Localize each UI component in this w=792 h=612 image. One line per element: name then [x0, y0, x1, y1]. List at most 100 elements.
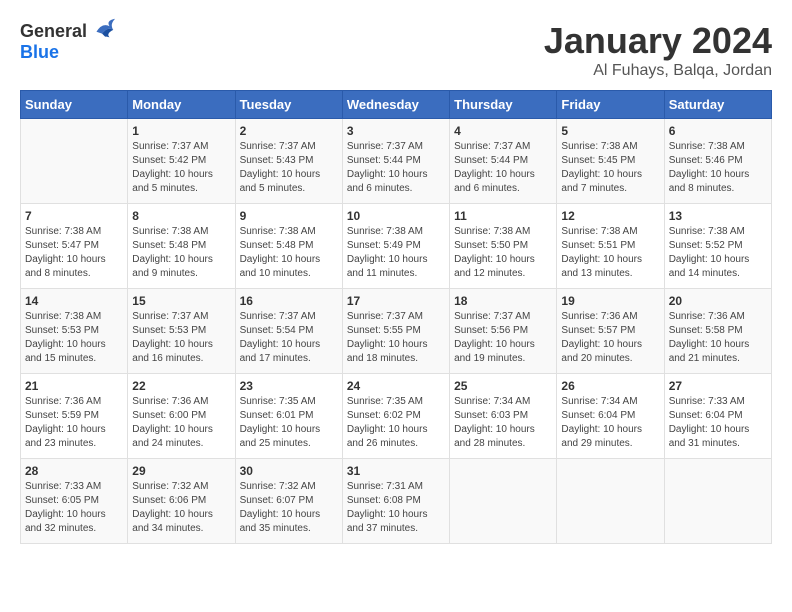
calendar-cell [21, 119, 128, 204]
day-number: 13 [669, 209, 767, 223]
header-friday: Friday [557, 91, 664, 119]
logo-blue-text: Blue [20, 43, 117, 63]
calendar-cell: 11 Sunrise: 7:38 AMSunset: 5:50 PMDayligh… [450, 204, 557, 289]
day-number: 21 [25, 379, 123, 393]
day-number: 29 [132, 464, 230, 478]
calendar-cell: 8Sunrise: 7:38 AMSunset: 5:48 PMDaylight… [128, 204, 235, 289]
calendar-cell [450, 459, 557, 544]
day-info: Sunrise: 7:38 AMSunset: 5:48 PMDaylight:… [240, 225, 338, 281]
header-wednesday: Wednesday [342, 91, 449, 119]
day-info: Sunrise: 7:38 AMSunset: 5:45 PMDaylight:… [561, 140, 659, 196]
calendar-cell: 19 Sunrise: 7:36 AMSunset: 5:57 PMDayligh… [557, 289, 664, 374]
day-number: 7 [25, 209, 123, 223]
calendar-cell: 1Sunrise: 7:37 AMSunset: 5:42 PMDaylight… [128, 119, 235, 204]
day-number: 30 [240, 464, 338, 478]
calendar-cell: 18Sunrise: 7:37 AMSunset: 5:56 PMDayligh… [450, 289, 557, 374]
day-number: 2 [240, 124, 338, 138]
day-number: 31 [347, 464, 445, 478]
day-number: 28 [25, 464, 123, 478]
calendar-cell: 31Sunrise: 7:31 AMSunset: 6:08 PMDayligh… [342, 459, 449, 544]
calendar-cell: 9Sunrise: 7:38 AMSunset: 5:48 PMDaylight… [235, 204, 342, 289]
calendar-cell: 4 Sunrise: 7:37 AMSunset: 5:44 PMDaylight… [450, 119, 557, 204]
day-info: Sunrise: 7:38 AMSunset: 5:52 PMDaylight:… [669, 225, 767, 281]
calendar-table: Sunday Monday Tuesday Wednesday Thursday… [20, 90, 772, 544]
calendar-cell: 20 Sunrise: 7:36 AMSunset: 5:58 PMDayligh… [664, 289, 771, 374]
calendar-week-row: 21 Sunrise: 7:36 AMSunset: 5:59 PMDayligh… [21, 374, 772, 459]
calendar-cell: 27Sunrise: 7:33 AMSunset: 6:04 PMDayligh… [664, 374, 771, 459]
day-number: 23 [240, 379, 338, 393]
day-info: Sunrise: 7:38 AMSunset: 5:49 PMDaylight:… [347, 225, 445, 281]
day-number: 20 [669, 294, 767, 308]
day-number: 15 [132, 294, 230, 308]
day-info: Sunrise: 7:37 AMSunset: 5:55 PMDaylight:… [347, 310, 445, 366]
calendar-cell: 5Sunrise: 7:38 AMSunset: 5:45 PMDaylight… [557, 119, 664, 204]
day-number: 12 [561, 209, 659, 223]
header-row: Sunday Monday Tuesday Wednesday Thursday… [21, 91, 772, 119]
calendar-week-row: 28 Sunrise: 7:33 AMSunset: 6:05 PMDayligh… [21, 459, 772, 544]
day-number: 16 [240, 294, 338, 308]
day-number: 4 [454, 124, 552, 138]
day-number: 6 [669, 124, 767, 138]
day-number: 19 [561, 294, 659, 308]
day-info: Sunrise: 7:37 AMSunset: 5:56 PMDaylight:… [454, 310, 552, 366]
day-info: Sunrise: 7:33 AMSunset: 6:05 PMDaylight:… [25, 480, 123, 536]
calendar-cell: 10Sunrise: 7:38 AMSunset: 5:49 PMDayligh… [342, 204, 449, 289]
day-number: 24 [347, 379, 445, 393]
calendar-cell: 3 Sunrise: 7:37 AMSunset: 5:44 PMDaylight… [342, 119, 449, 204]
calendar-cell: 2 Sunrise: 7:37 AMSunset: 5:43 PMDaylight… [235, 119, 342, 204]
header-saturday: Saturday [664, 91, 771, 119]
day-info: Sunrise: 7:32 AMSunset: 6:07 PMDaylight:… [240, 480, 338, 536]
day-number: 3 [347, 124, 445, 138]
day-info: Sunrise: 7:34 AMSunset: 6:03 PMDaylight:… [454, 395, 552, 451]
day-info: Sunrise: 7:36 AMSunset: 5:57 PMDaylight:… [561, 310, 659, 366]
day-info: Sunrise: 7:37 AMSunset: 5:44 PMDaylight:… [347, 140, 445, 196]
logo-general-text: General [20, 22, 87, 42]
calendar-body: 1Sunrise: 7:37 AMSunset: 5:42 PMDaylight… [21, 119, 772, 544]
day-number: 27 [669, 379, 767, 393]
day-info: Sunrise: 7:35 AMSunset: 6:01 PMDaylight:… [240, 395, 338, 451]
day-number: 11 [454, 209, 552, 223]
logo: General Blue [20, 20, 117, 63]
day-info: Sunrise: 7:38 AMSunset: 5:47 PMDaylight:… [25, 225, 123, 281]
calendar-cell: 17Sunrise: 7:37 AMSunset: 5:55 PMDayligh… [342, 289, 449, 374]
day-number: 25 [454, 379, 552, 393]
day-info: Sunrise: 7:37 AMSunset: 5:43 PMDaylight:… [240, 140, 338, 196]
location-text: Al Fuhays, Balqa, Jordan [544, 62, 772, 80]
day-info: Sunrise: 7:38 AMSunset: 5:53 PMDaylight:… [25, 310, 123, 366]
calendar-week-row: 1Sunrise: 7:37 AMSunset: 5:42 PMDaylight… [21, 119, 772, 204]
day-info: Sunrise: 7:37 AMSunset: 5:44 PMDaylight:… [454, 140, 552, 196]
calendar-header: Sunday Monday Tuesday Wednesday Thursday… [21, 91, 772, 119]
calendar-cell: 25 Sunrise: 7:34 AMSunset: 6:03 PMDayligh… [450, 374, 557, 459]
logo-bird-icon [89, 15, 117, 43]
calendar-cell: 28 Sunrise: 7:33 AMSunset: 6:05 PMDayligh… [21, 459, 128, 544]
logo-text: General Blue [20, 20, 117, 63]
header-thursday: Thursday [450, 91, 557, 119]
calendar-cell: 26Sunrise: 7:34 AMSunset: 6:04 PMDayligh… [557, 374, 664, 459]
day-info: Sunrise: 7:38 AMSunset: 5:50 PMDaylight:… [454, 225, 552, 281]
day-info: Sunrise: 7:38 AMSunset: 5:48 PMDaylight:… [132, 225, 230, 281]
day-info: Sunrise: 7:36 AMSunset: 6:00 PMDaylight:… [132, 395, 230, 451]
calendar-cell: 22 Sunrise: 7:36 AMSunset: 6:00 PMDayligh… [128, 374, 235, 459]
header-tuesday: Tuesday [235, 91, 342, 119]
calendar-cell: 21 Sunrise: 7:36 AMSunset: 5:59 PMDayligh… [21, 374, 128, 459]
day-info: Sunrise: 7:37 AMSunset: 5:54 PMDaylight:… [240, 310, 338, 366]
day-info: Sunrise: 7:32 AMSunset: 6:06 PMDaylight:… [132, 480, 230, 536]
calendar-week-row: 7 Sunrise: 7:38 AMSunset: 5:47 PMDaylight… [21, 204, 772, 289]
title-area: January 2024 Al Fuhays, Balqa, Jordan [544, 20, 772, 80]
page-header: General Blue January 2024 Al Fuhays, Bal… [20, 20, 772, 80]
day-number: 22 [132, 379, 230, 393]
day-info: Sunrise: 7:36 AMSunset: 5:59 PMDaylight:… [25, 395, 123, 451]
calendar-cell [664, 459, 771, 544]
day-info: Sunrise: 7:34 AMSunset: 6:04 PMDaylight:… [561, 395, 659, 451]
month-title: January 2024 [544, 20, 772, 62]
day-info: Sunrise: 7:36 AMSunset: 5:58 PMDaylight:… [669, 310, 767, 366]
header-sunday: Sunday [21, 91, 128, 119]
header-monday: Monday [128, 91, 235, 119]
day-info: Sunrise: 7:38 AMSunset: 5:46 PMDaylight:… [669, 140, 767, 196]
calendar-week-row: 14Sunrise: 7:38 AMSunset: 5:53 PMDayligh… [21, 289, 772, 374]
calendar-cell: 29 Sunrise: 7:32 AMSunset: 6:06 PMDayligh… [128, 459, 235, 544]
calendar-cell: 14Sunrise: 7:38 AMSunset: 5:53 PMDayligh… [21, 289, 128, 374]
day-info: Sunrise: 7:37 AMSunset: 5:53 PMDaylight:… [132, 310, 230, 366]
calendar-cell: 13 Sunrise: 7:38 AMSunset: 5:52 PMDayligh… [664, 204, 771, 289]
calendar-cell: 24Sunrise: 7:35 AMSunset: 6:02 PMDayligh… [342, 374, 449, 459]
